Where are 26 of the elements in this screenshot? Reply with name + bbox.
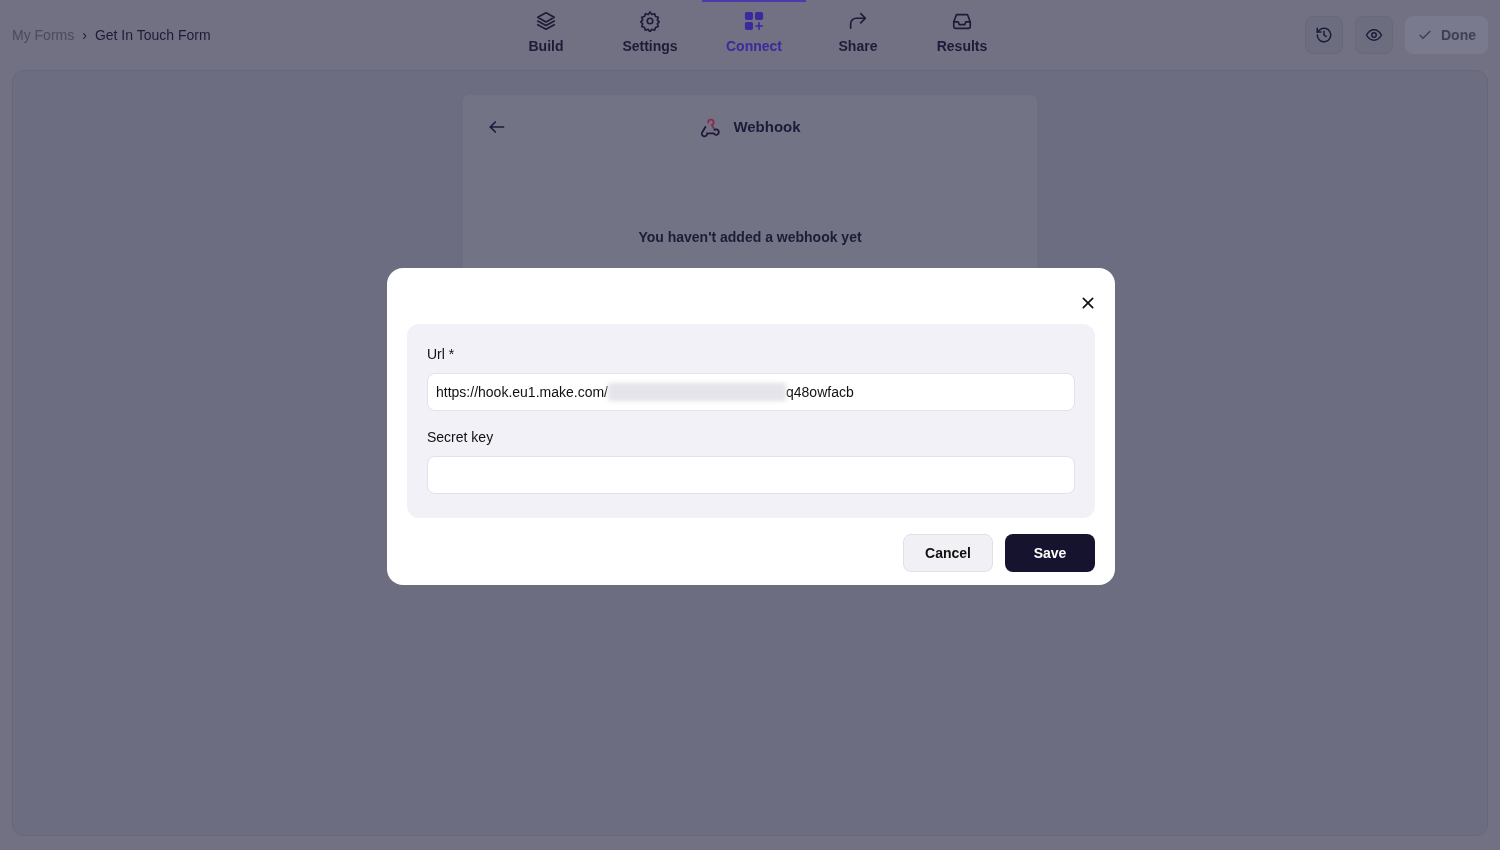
eye-icon xyxy=(1365,26,1383,44)
input-field[interactable]: https://hook.eu1.make.com/ q48owfacb xyxy=(427,373,1075,411)
input-field[interactable] xyxy=(427,456,1075,494)
nav-tab[interactable]: Settings xyxy=(598,0,702,64)
breadcrumb-current: Get In Touch Form xyxy=(94,25,211,45)
url-text: https://hook.eu1.make.com/ xyxy=(436,382,608,402)
grid-plus-icon xyxy=(743,9,765,32)
field-label: Url * xyxy=(427,345,456,364)
history-button[interactable] xyxy=(1305,16,1343,54)
panel-title: Webhook xyxy=(733,116,801,137)
webhook-icon xyxy=(699,116,722,138)
url-text: q48owfacb xyxy=(786,382,854,402)
nav-tab[interactable]: Share xyxy=(806,0,910,64)
cancel-button[interactable]: Cancel xyxy=(903,534,993,572)
breadcrumb-separator: › xyxy=(82,25,87,45)
layers-icon xyxy=(535,9,557,32)
close-icon xyxy=(1080,295,1096,311)
empty-message: You haven't added a webhook yet xyxy=(637,228,863,247)
preview-button[interactable] xyxy=(1355,16,1393,54)
history-icon xyxy=(1315,26,1333,44)
nav-tab[interactable]: Build xyxy=(494,0,598,64)
settings-icon xyxy=(639,9,661,32)
field-label: Secret key xyxy=(427,428,495,447)
nav-tab[interactable]: Connect xyxy=(702,0,806,64)
save-button[interactable]: Save xyxy=(1005,534,1095,572)
nav-tab[interactable]: Results xyxy=(910,0,1014,64)
